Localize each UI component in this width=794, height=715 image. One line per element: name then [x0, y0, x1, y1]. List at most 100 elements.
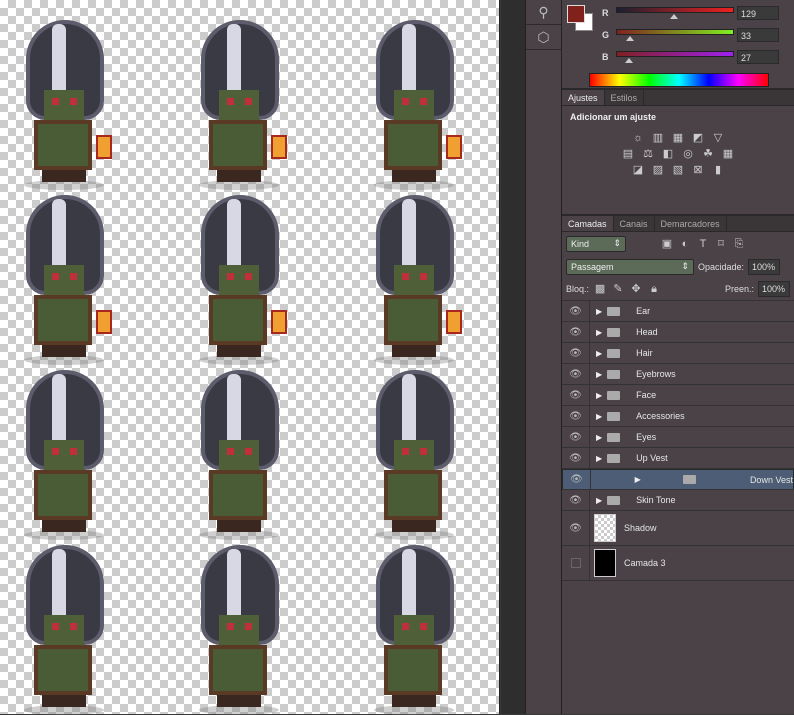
- foreground-swatch[interactable]: [567, 5, 585, 23]
- channel-mixer-icon[interactable]: ☘: [701, 148, 715, 160]
- visibility-eye-icon[interactable]: 👁︎: [562, 343, 590, 363]
- smart-object-filter-icon[interactable]: ⎘: [732, 238, 746, 250]
- visibility-eye-icon[interactable]: 👁︎: [562, 427, 590, 447]
- visibility-eye-icon[interactable]: 👁︎: [562, 511, 590, 545]
- expand-triangle-icon[interactable]: ▶: [596, 349, 602, 358]
- layer-group-ear[interactable]: 👁︎ ▶ Ear: [562, 301, 794, 322]
- r-value[interactable]: 129: [737, 6, 779, 20]
- layer-name: Skin Tone: [636, 495, 676, 505]
- tab-demarcadores[interactable]: Demarcadores: [655, 216, 727, 231]
- visibility-eye-icon[interactable]: 👁︎: [562, 448, 590, 468]
- expand-triangle-icon[interactable]: ▶: [596, 454, 602, 463]
- g-thumb[interactable]: [626, 36, 634, 41]
- tab-camadas[interactable]: Camadas: [562, 216, 614, 231]
- invert-icon[interactable]: ◪: [631, 164, 645, 176]
- pixel-filter-icon[interactable]: ▣: [660, 238, 674, 250]
- color-balance-icon[interactable]: ⚖: [641, 148, 655, 160]
- expand-triangle-icon[interactable]: ▶: [635, 475, 641, 484]
- curves-icon[interactable]: ▦: [671, 132, 685, 144]
- folder-icon: [607, 495, 621, 505]
- levels-icon[interactable]: ▥: [651, 132, 665, 144]
- folder-icon: [607, 411, 621, 421]
- opacity-label: Opacidade:: [698, 261, 745, 272]
- hue-saturation-icon[interactable]: ▤: [621, 148, 635, 160]
- document-canvas[interactable]: [0, 0, 500, 715]
- layer-name: Hair: [636, 348, 653, 358]
- folder-icon: [607, 453, 621, 463]
- visibility-eye-icon[interactable]: 👁︎: [562, 385, 590, 405]
- b-thumb[interactable]: [625, 58, 633, 63]
- b-value[interactable]: 27: [737, 50, 779, 64]
- lock-all-icon[interactable]: 🔒︎: [647, 283, 661, 295]
- adjustment-filter-icon[interactable]: ◐: [678, 238, 692, 250]
- brightness-icon[interactable]: ☼: [631, 132, 645, 144]
- g-label: G: [602, 30, 610, 40]
- layer-name: Accessories: [636, 411, 685, 421]
- layer-group-skin-tone[interactable]: 👁︎ ▶ Skin Tone: [562, 490, 794, 511]
- expand-triangle-icon[interactable]: ▶: [596, 412, 602, 421]
- fill-input[interactable]: 100%: [758, 281, 790, 297]
- visibility-eye-icon[interactable]: 👁︎: [562, 301, 590, 321]
- folder-icon: [607, 327, 621, 337]
- layer-group-eyebrows[interactable]: 👁︎ ▶ Eyebrows: [562, 364, 794, 385]
- lock-transparent-icon[interactable]: ▩: [593, 283, 607, 295]
- threshold-icon[interactable]: ▧: [671, 164, 685, 176]
- tab-estilos[interactable]: Estilos: [605, 90, 645, 105]
- color-lookup-icon[interactable]: ▦: [721, 148, 735, 160]
- layer-name: Ear: [636, 306, 651, 316]
- canvas-gutter: [501, 0, 525, 714]
- layer-thumbnail: [594, 549, 616, 577]
- expand-triangle-icon[interactable]: ▶: [596, 370, 602, 379]
- type-filter-icon[interactable]: T: [696, 238, 710, 250]
- layer-group-down-vest[interactable]: 👁︎ ▶ Down Vest: [562, 469, 794, 490]
- character-sprite: [183, 370, 293, 540]
- opacity-input[interactable]: 100%: [748, 258, 781, 275]
- tab-ajustes[interactable]: Ajustes: [562, 90, 605, 105]
- b-label: B: [602, 52, 609, 62]
- layer-group-eyes[interactable]: 👁︎ ▶ Eyes: [562, 427, 794, 448]
- posterize-icon[interactable]: ▨: [651, 164, 665, 176]
- color-panel: R 129 G 33 B 27: [562, 0, 794, 90]
- expand-triangle-icon[interactable]: ▶: [596, 433, 602, 442]
- fill-label: Preen.:: [724, 284, 754, 294]
- layer-filter-select[interactable]: Kind ⇕: [566, 235, 626, 252]
- exposure-icon[interactable]: ◩: [691, 132, 705, 144]
- brush-preset-icon[interactable]: ⚲: [526, 0, 561, 25]
- expand-triangle-icon[interactable]: ▶: [596, 391, 602, 400]
- visibility-eye-icon[interactable]: 👁︎: [562, 322, 590, 342]
- expand-triangle-icon[interactable]: ▶: [596, 328, 602, 337]
- lock-position-icon[interactable]: ✥: [629, 283, 643, 295]
- selective-color-icon[interactable]: ⊠: [691, 164, 705, 176]
- color-spectrum[interactable]: [589, 73, 769, 87]
- layer-shadow[interactable]: 👁︎ Shadow: [562, 511, 794, 546]
- layer-group-head[interactable]: 👁︎ ▶ Head: [562, 322, 794, 343]
- adjustments-title: Adicionar um ajuste: [570, 112, 657, 122]
- lock-image-icon[interactable]: ✎: [611, 283, 625, 295]
- g-slider[interactable]: [616, 29, 734, 35]
- layer-group-accessories[interactable]: 👁︎ ▶ Accessories: [562, 406, 794, 427]
- blend-mode-select[interactable]: Passagem ⇕: [566, 258, 694, 275]
- g-value[interactable]: 33: [737, 28, 779, 42]
- gradient-map-icon[interactable]: ▮: [711, 164, 725, 176]
- shape-filter-icon[interactable]: ⌑: [714, 238, 728, 250]
- visibility-eye-icon[interactable]: 👁︎: [562, 406, 590, 426]
- visibility-eye-icon[interactable]: 👁︎: [562, 364, 590, 384]
- layer-group-face[interactable]: 👁︎ ▶ Face: [562, 385, 794, 406]
- layer-camada-3[interactable]: Camada 3: [562, 546, 794, 581]
- vibrance-icon[interactable]: ▽: [711, 132, 725, 144]
- expand-triangle-icon[interactable]: ▶: [596, 307, 602, 316]
- tab-canais[interactable]: Canais: [614, 216, 655, 231]
- r-thumb[interactable]: [670, 14, 678, 19]
- 3d-cube-icon[interactable]: ⬡: [526, 25, 561, 50]
- visibility-toggle[interactable]: [562, 546, 590, 580]
- visibility-eye-icon[interactable]: 👁︎: [563, 470, 591, 489]
- visibility-eye-icon[interactable]: 👁︎: [562, 490, 590, 510]
- layer-group-hair[interactable]: 👁︎ ▶ Hair: [562, 343, 794, 364]
- photo-filter-icon[interactable]: ◎: [681, 148, 695, 160]
- layer-name: Up Vest: [636, 453, 668, 463]
- r-slider[interactable]: [616, 7, 734, 13]
- expand-triangle-icon[interactable]: ▶: [596, 496, 602, 505]
- layer-group-up-vest[interactable]: 👁︎ ▶ Up Vest: [562, 448, 794, 469]
- b-slider[interactable]: [616, 51, 734, 57]
- black-white-icon[interactable]: ◧: [661, 148, 675, 160]
